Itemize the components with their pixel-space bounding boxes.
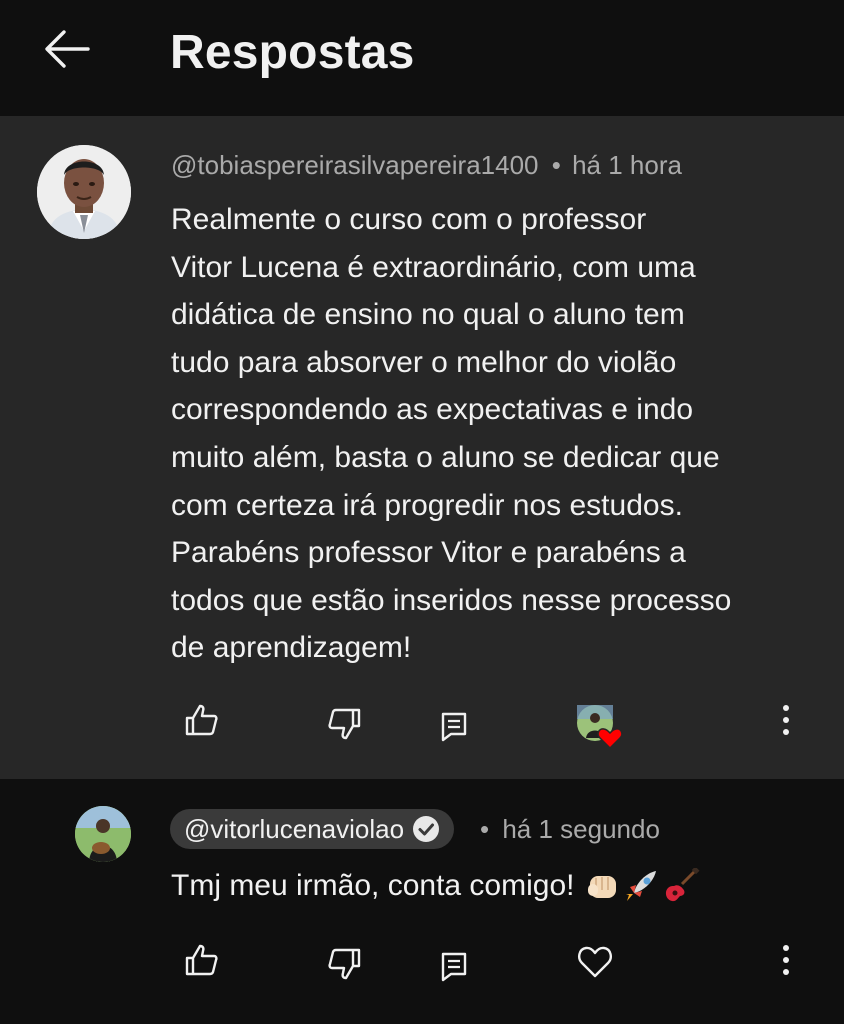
- like-button[interactable]: [174, 692, 230, 748]
- arrow-back-icon: [45, 30, 90, 68]
- comment-line: muito além, basta o aluno se dedicar que: [171, 440, 720, 474]
- more-vert-icon: [783, 945, 789, 975]
- fist-bump-icon: [588, 876, 617, 898]
- emoji-group: [586, 868, 701, 904]
- comment-text: Realmente o curso com o professor Vitor …: [171, 196, 811, 672]
- timestamp: há 1 segundo: [502, 814, 660, 844]
- dislike-button[interactable]: [316, 696, 372, 752]
- timestamp: há 1 hora: [572, 150, 682, 180]
- comment-line: com certeza irá progredir nos estudos.: [171, 488, 683, 522]
- back-button[interactable]: [40, 24, 94, 74]
- comment-meta: @tobiaspereirasilvapereira1400 • há 1 ho…: [171, 148, 682, 182]
- avatar[interactable]: [37, 145, 131, 239]
- avatar[interactable]: [75, 806, 131, 862]
- thumb-down-icon: [328, 708, 361, 740]
- thumb-up-icon: [185, 704, 218, 736]
- comment-line: de aprendizagem!: [171, 631, 412, 665]
- heart-icon: [578, 946, 612, 978]
- thumb-up-icon: [185, 944, 218, 976]
- comment-line: didática de ensino no qual o aluno tem: [171, 298, 685, 332]
- verified-badge: [412, 815, 440, 843]
- user-photo-icon: [37, 145, 131, 239]
- reply-text: Tmj meu irmão, conta comigo!: [171, 864, 701, 908]
- dislike-button[interactable]: [316, 936, 372, 992]
- author-handle: @vitorlucenaviolao: [184, 813, 405, 844]
- reply-actions: [0, 930, 844, 990]
- comment-actions: [0, 690, 844, 750]
- reply-text-content: Tmj meu irmão, conta comigo!: [171, 869, 575, 902]
- reply-icon: [441, 712, 467, 742]
- more-options-button[interactable]: [758, 932, 814, 988]
- like-button[interactable]: [174, 932, 230, 988]
- heart-button[interactable]: [567, 934, 623, 990]
- meta-separator: •: [551, 150, 561, 180]
- verified-check-icon: [413, 816, 440, 842]
- comment-line: Vitor Lucena é extraordinário, com uma: [171, 250, 696, 284]
- reply-button[interactable]: [426, 938, 482, 994]
- comment-meta: • há 1 segundo: [480, 812, 660, 846]
- rocket-icon: [626, 871, 657, 901]
- author-handle[interactable]: @tobiaspereirasilvapereira1400: [171, 150, 539, 180]
- meta-separator: •: [480, 814, 490, 844]
- more-options-button[interactable]: [758, 692, 814, 748]
- reply-button[interactable]: [426, 698, 482, 754]
- channel-photo-icon: [75, 806, 131, 862]
- comment-line: tudo para absorver o melhor do violão: [171, 345, 677, 379]
- app-bar: Respostas: [0, 0, 844, 116]
- page-title: Respostas: [170, 26, 415, 79]
- creator-heart-badge[interactable]: [576, 704, 626, 750]
- reply-icon: [441, 952, 467, 982]
- comment-line: correspondendo as expectativas e indo: [171, 393, 694, 427]
- channel-owner-handle-chip[interactable]: @vitorlucenaviolao: [170, 809, 455, 849]
- more-vert-icon: [783, 705, 789, 735]
- creator-heart-icon: [577, 705, 623, 750]
- comment-line: Parabéns professor Vitor e parabéns a: [171, 536, 686, 570]
- thumb-down-icon: [328, 948, 361, 980]
- comment-line: todos que estão inseridos nesse processo: [171, 583, 732, 617]
- comment-line: Realmente o curso com o professor: [171, 203, 647, 236]
- guitar-icon: [666, 868, 701, 902]
